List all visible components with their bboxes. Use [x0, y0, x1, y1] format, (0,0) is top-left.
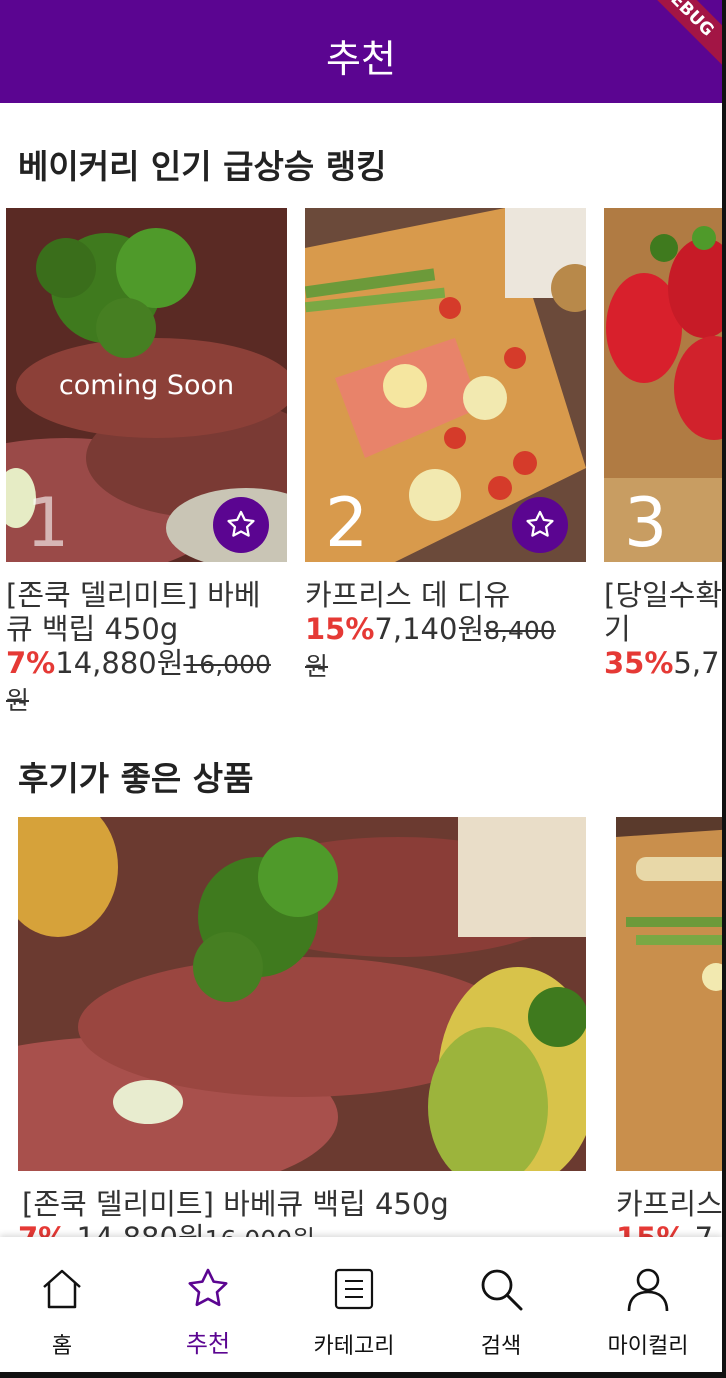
star-outline-icon — [227, 510, 255, 537]
bottom-navigation: 홈 추천 카테고리 검색 마이컬리 — [0, 1237, 722, 1372]
rank-number: 1 — [26, 484, 70, 563]
nav-label: 카테고리 — [313, 1334, 395, 1359]
page-title: 추천 — [326, 37, 396, 81]
rank-number: 2 — [325, 484, 369, 563]
price-line: 7% 14,880원16,000원 — [18, 1221, 315, 1237]
nav-item-recommend[interactable]: 추천 — [136, 1237, 280, 1372]
product-name: [당일수확] 하우스 딸기 35%5,7 — [604, 578, 722, 680]
price-line: 15% 7,1 — [616, 1221, 722, 1237]
discount-rate: 7% — [6, 646, 56, 680]
app-bar: 추천 DEBUG — [0, 0, 722, 103]
product-name: [존쿡 델리미트] 바베큐 백립 450g — [22, 1187, 449, 1221]
discount-rate: 35% — [604, 646, 674, 680]
nav-item-home[interactable]: 홈 — [0, 1237, 134, 1372]
sale-price: 5,7 — [673, 646, 720, 680]
favorite-button[interactable] — [512, 497, 568, 553]
coming-soon-label: coming Soon — [58, 370, 235, 401]
price-line: 35%5,7 — [604, 646, 722, 680]
search-icon — [481, 1269, 523, 1311]
ranking-card-3[interactable]: 3 [당일수확] 하우스 딸기 35%5,7 — [604, 208, 722, 728]
product-name: [존쿡 델리미트] 바베큐 백립 450g 7%14,880원16,000원 — [6, 578, 276, 718]
product-image[interactable] — [616, 817, 722, 1171]
favorite-button[interactable] — [213, 497, 269, 553]
home-icon — [43, 1269, 81, 1309]
category-list-icon — [334, 1268, 374, 1310]
nav-label: 검색 — [480, 1334, 522, 1359]
review-card-2[interactable]: 카프리스 15% 7,1 — [616, 817, 722, 1237]
star-icon — [188, 1268, 228, 1307]
discount-rate: 7% — [18, 1221, 67, 1237]
person-icon — [627, 1268, 669, 1312]
ranking-section-title: 베이커리 인기 급상승 랭킹 — [18, 147, 387, 186]
original-price: 16,000원 — [205, 1225, 315, 1237]
nav-label: 마이컬리 — [607, 1334, 689, 1359]
sale-price: 7,1 — [695, 1221, 722, 1237]
nav-item-search[interactable]: 검색 — [429, 1237, 573, 1372]
nav-item-mykurly[interactable]: 마이컬리 — [576, 1237, 720, 1372]
product-name: 카프리스 데 디유 15%7,140원8,400원 — [305, 578, 575, 684]
star-outline-icon — [526, 510, 554, 537]
review-card-1[interactable]: [존쿡 델리미트] 바베큐 백립 450g 7% 14,880원16,000원 — [18, 817, 586, 1237]
discount-rate: 15% — [616, 1221, 685, 1237]
nav-item-category[interactable]: 카테고리 — [282, 1237, 426, 1372]
sale-price: 7,140원 — [374, 612, 485, 646]
sale-price: 14,880원 — [76, 1221, 204, 1237]
product-name: 카프리스 — [616, 1187, 722, 1221]
nav-label: 추천 — [185, 1330, 231, 1358]
nav-label: 홈 — [51, 1334, 73, 1359]
rank-number: 3 — [624, 484, 668, 563]
discount-rate: 15% — [305, 612, 375, 646]
review-section-title: 후기가 좋은 상품 — [18, 759, 254, 798]
product-image[interactable] — [18, 817, 586, 1197]
price-line: 7%14,880원16,000원 — [6, 646, 276, 718]
screen: 추천 DEBUG 베이커리 인기 급상승 랭킹 coming Soon 1 [존… — [0, 0, 722, 1372]
price-line: 15%7,140원8,400원 — [305, 612, 575, 684]
sale-price: 14,880원 — [55, 646, 184, 680]
